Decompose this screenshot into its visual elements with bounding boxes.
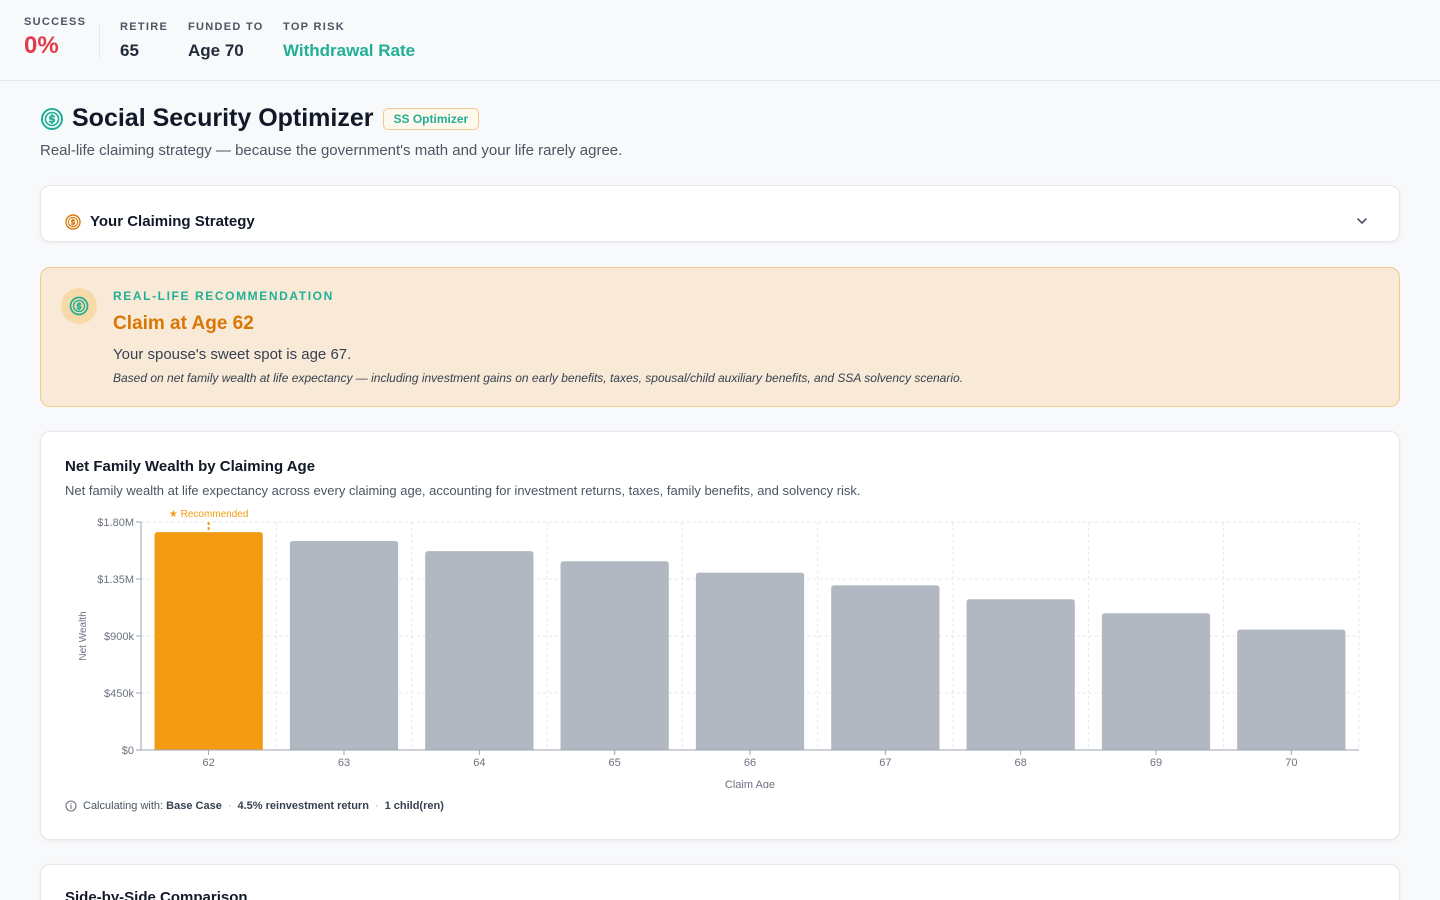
chart-title: Net Family Wealth by Claiming Age	[65, 458, 316, 475]
y-axis-title: Net Wealth	[78, 611, 89, 660]
page-title: Social Security Optimizer	[72, 104, 374, 132]
x-axis-title: Claim Age	[725, 779, 775, 788]
net-wealth-chart-card: Net Family Wealth by Claiming Age Net fa…	[40, 431, 1400, 840]
stat-top-risk: TOP RISK Withdrawal Rate	[283, 21, 415, 61]
stat-retire: RETIRE 65	[120, 21, 168, 61]
x-tick-label: 70	[1285, 757, 1297, 769]
info-icon	[65, 800, 77, 812]
chart-bar	[966, 599, 1075, 750]
stat-divider	[99, 24, 100, 58]
recommended-label: ★ Recommended	[169, 509, 249, 520]
y-tick-label: $900k	[104, 631, 134, 643]
recommendation-title: Claim at Age 62	[113, 313, 254, 334]
stat-success: SUCCESS 0%	[24, 16, 86, 60]
recommendation-label: REAL-LIFE RECOMMENDATION	[113, 289, 334, 303]
optimizer-badge: SS Optimizer	[382, 107, 480, 130]
stat-success-label: SUCCESS	[24, 16, 87, 28]
y-tick-label: $0	[122, 745, 134, 757]
side-by-side-comparison-card: Side-by-Side Comparison	[40, 864, 1400, 900]
recommendation-icon-badge	[61, 288, 97, 324]
x-tick-label: 68	[1015, 757, 1027, 769]
page-subtitle: Real-life claiming strategy — because th…	[40, 142, 623, 159]
stat-retire-value: 65	[120, 41, 139, 60]
chart-bar	[695, 572, 805, 750]
stat-top-risk-value: Withdrawal Rate	[283, 41, 416, 60]
chevron-down-icon[interactable]	[1355, 214, 1369, 228]
y-tick-label: $1.35M	[97, 574, 134, 586]
x-tick-label: 69	[1150, 757, 1162, 769]
chart-subtitle: Net family wealth at life expectancy acr…	[65, 483, 861, 498]
stat-funded-label: FUNDED TO	[188, 21, 264, 33]
net-wealth-bar-chart: $0 $450k $900k $1.35M $1.80M 62 ★ Recommended 6…	[78, 509, 1360, 788]
chart-bar	[289, 541, 399, 750]
recommendation-note: Based on net family wealth at life expec…	[113, 371, 964, 385]
dollar-circle-icon	[65, 214, 81, 230]
comparison-title: Side-by-Side Comparison	[65, 889, 248, 900]
calc-children: 1 child(ren)	[384, 800, 444, 812]
stat-top-risk-label: TOP RISK	[283, 21, 345, 33]
top-stats-bar: SUCCESS 0% RETIRE 65 FUNDED TO Age 70 TO…	[0, 0, 1440, 81]
calculation-summary: Calculating with: Base Case · 4.5% reinv…	[65, 800, 444, 812]
x-tick-label: 67	[879, 757, 891, 769]
chart-bar	[1237, 629, 1346, 750]
y-tick-label: $450k	[104, 688, 134, 700]
recommendation-panel: REAL-LIFE RECOMMENDATION Claim at Age 62…	[40, 267, 1400, 407]
dollar-circle-icon	[41, 107, 63, 130]
recommendation-subtext: Your spouse's sweet spot is age 67.	[113, 346, 352, 363]
calc-separator: ·	[227, 800, 232, 812]
stat-funded-value: Age 70	[188, 41, 244, 60]
calc-prefix: Calculating with:	[83, 800, 164, 812]
chart-bar	[831, 585, 940, 750]
x-tick-label: 64	[473, 757, 485, 769]
chart-bar	[1101, 613, 1211, 750]
calc-separator: ·	[374, 800, 379, 812]
dollar-circle-icon	[69, 296, 89, 316]
page-heading: Social Security Optimizer SS Optimizer	[40, 104, 480, 133]
chart-bar-recommended	[154, 532, 263, 750]
claiming-strategy-accordion[interactable]: Your Claiming Strategy	[40, 185, 1400, 242]
chart-bar	[425, 551, 534, 750]
calc-return: 4.5% reinvestment return	[237, 800, 369, 812]
x-tick-label: 65	[609, 757, 621, 769]
calc-scenario: Base Case	[166, 800, 222, 812]
stat-success-value: 0%	[24, 32, 59, 59]
chart-bar	[560, 561, 669, 750]
stat-funded: FUNDED TO Age 70	[188, 21, 264, 61]
x-tick-label: 62	[203, 757, 215, 769]
claiming-strategy-title: Your Claiming Strategy	[90, 213, 255, 230]
stat-retire-label: RETIRE	[120, 21, 169, 33]
x-tick-label: 66	[744, 757, 756, 769]
x-tick-label: 63	[338, 757, 350, 769]
y-tick-label: $1.80M	[97, 517, 134, 529]
